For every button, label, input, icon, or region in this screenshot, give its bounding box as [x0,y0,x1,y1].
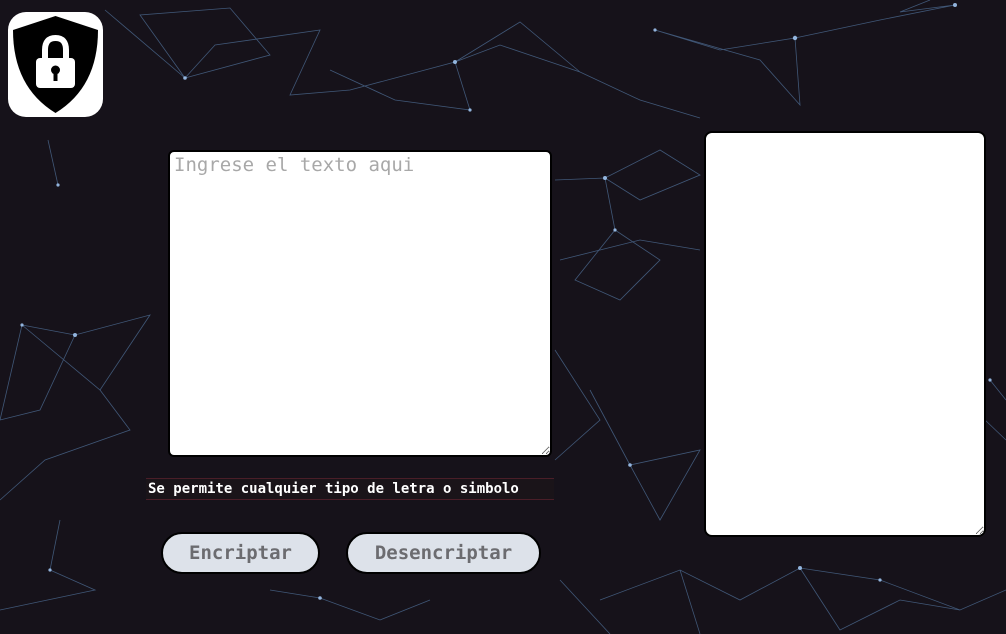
encrypt-button[interactable]: Encriptar [161,532,320,574]
input-hint: Se permite cualquier tipo de letra o sim… [146,478,554,500]
text-input[interactable] [168,150,552,457]
shield-lock-icon [13,16,98,113]
output-textarea[interactable] [704,131,986,537]
decrypt-button[interactable]: Desencriptar [346,532,541,574]
app-logo [8,12,103,117]
